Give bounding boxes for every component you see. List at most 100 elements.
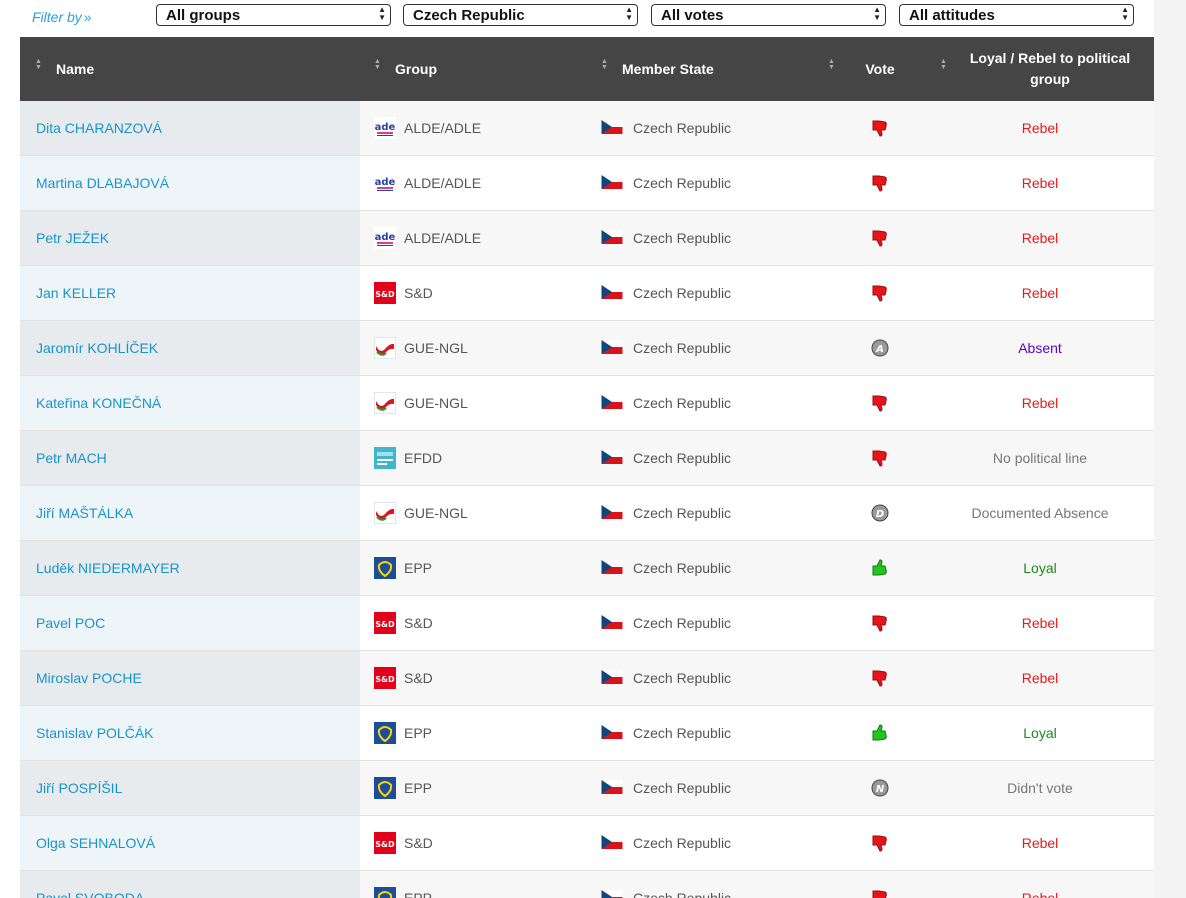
votes-filter-select[interactable]: All votes ▲ ▼ <box>651 4 886 26</box>
attitude-label: Rebel <box>1021 120 1059 136</box>
svg-text:ade: ade <box>375 232 396 243</box>
czech-flag-icon <box>601 615 625 631</box>
member-state-cell: Czech Republic <box>601 761 731 815</box>
mep-name-link[interactable]: Jiří MAŠTÁLKA <box>20 486 360 540</box>
column-header-name[interactable]: Name <box>56 37 94 101</box>
vote-cell <box>860 706 900 760</box>
vote-cell <box>860 816 900 870</box>
sort-icon[interactable]: ▲ ▼ <box>601 58 608 71</box>
filter-label-text: Filter by <box>32 9 82 25</box>
table-row: Dita CHARANZOVÁ ade ALDE/ADLE Czech Republi… <box>20 101 1154 156</box>
mep-name-link[interactable]: Kateřina KONEČNÁ <box>20 376 360 430</box>
mep-name-link[interactable]: Martina DLABAJOVÁ <box>20 156 360 210</box>
attitude-label: Rebel <box>1021 285 1059 301</box>
table-row: Jaromír KOHLÍČEK GUE-NGL Czech Republic A Ab… <box>20 321 1154 376</box>
group-cell: EFDD <box>374 431 442 485</box>
group-cell: S&D S&D <box>374 266 433 320</box>
column-header-group[interactable]: Group <box>395 37 437 101</box>
czech-flag-icon <box>601 120 625 136</box>
mep-name-link[interactable]: Petr MACH <box>20 431 360 485</box>
member-state-name: Czech Republic <box>633 285 732 301</box>
group-name: EPP <box>404 890 433 898</box>
czech-flag-icon <box>601 725 625 741</box>
attitude-label: Rebel <box>1021 230 1059 246</box>
sort-icon[interactable]: ▲ ▼ <box>374 58 381 71</box>
member-state-filter-value: Czech Republic <box>413 7 525 24</box>
mep-name-link[interactable]: Jan KELLER <box>20 266 360 320</box>
mep-name-link[interactable]: Olga SEHNALOVÁ <box>20 816 360 870</box>
attitude-cell: Rebel <box>940 211 1140 265</box>
alde-logo-icon: ade <box>374 172 396 194</box>
member-state-filter-select[interactable]: Czech Republic ▲ ▼ <box>403 4 638 26</box>
member-state-cell: Czech Republic <box>601 376 731 430</box>
member-state-cell: Czech Republic <box>601 651 731 705</box>
sd-logo-icon: S&D <box>374 667 396 689</box>
epp-logo-icon <box>374 887 396 898</box>
alde-logo-icon: ade <box>374 117 396 139</box>
group-cell: EPP <box>374 761 432 815</box>
group-filter-value: All groups <box>166 7 241 24</box>
vote-cell <box>860 871 900 898</box>
attitude-label: Rebel <box>1021 615 1059 631</box>
group-name: S&D <box>404 670 433 686</box>
filter-label[interactable]: Filter by» <box>32 9 92 25</box>
didnt-vote-n-icon: N <box>870 778 890 798</box>
efdd-logo-icon <box>374 447 396 469</box>
attitude-cell: Rebel <box>940 596 1140 650</box>
thumbs-down-icon <box>870 833 890 853</box>
member-state-name: Czech Republic <box>633 120 732 136</box>
table-row: Martina DLABAJOVÁ ade ALDE/ADLE Czech Repub… <box>20 156 1154 211</box>
member-state-name: Czech Republic <box>633 615 732 631</box>
member-state-cell: Czech Republic <box>601 596 731 650</box>
czech-flag-icon <box>601 560 625 576</box>
table-row: Olga SEHNALOVÁ S&D S&D Czech Republic Rebel <box>20 816 1154 871</box>
mep-name-link[interactable]: Miroslav POCHE <box>20 651 360 705</box>
thumbs-down-icon <box>870 613 890 633</box>
sort-icon[interactable]: ▲ ▼ <box>940 58 947 71</box>
thumbs-down-icon <box>870 118 890 138</box>
attitude-cell: Loyal <box>940 706 1140 760</box>
mep-name-link[interactable]: Jaromír KOHLÍČEK <box>20 321 360 375</box>
mep-name-link[interactable]: Dita CHARANZOVÁ <box>20 101 360 155</box>
svg-text:A: A <box>875 344 884 355</box>
svg-text:S&D: S&D <box>375 675 395 684</box>
mep-name-link[interactable]: Pavel POC <box>20 596 360 650</box>
vote-cell: N <box>860 761 900 815</box>
group-cell: S&D S&D <box>374 596 433 650</box>
mep-name-link[interactable]: Petr JEŽEK <box>20 211 360 265</box>
mep-name-link[interactable]: Stanislav POLČÁK <box>20 706 360 760</box>
column-header-member-state[interactable]: Member State <box>622 37 714 101</box>
member-state-cell: Czech Republic <box>601 321 731 375</box>
thumbs-down-icon <box>870 283 890 303</box>
attitude-label: Documented Absence <box>971 505 1109 521</box>
thumbs-down-icon <box>870 393 890 413</box>
vote-cell <box>860 431 900 485</box>
attitudes-filter-select[interactable]: All attitudes ▲ ▼ <box>899 4 1134 26</box>
gue-ngl-logo-icon <box>373 391 397 415</box>
czech-flag-icon <box>601 670 625 686</box>
group-name: S&D <box>404 285 433 301</box>
table-row: Miroslav POCHE S&D S&D Czech Republic Rebel <box>20 651 1154 706</box>
group-name: GUE-NGL <box>404 395 468 411</box>
mep-name-link[interactable]: Jiří POSPÍŠIL <box>20 761 360 815</box>
sd-logo-icon: S&D <box>374 612 396 634</box>
table-row: Kateřina KONEČNÁ GUE-NGL Czech Republic Reb… <box>20 376 1154 431</box>
absent-a-icon: A <box>870 338 890 358</box>
group-cell: ade ALDE/ADLE <box>374 211 481 265</box>
mep-name-link[interactable]: Pavel SVOBODA <box>20 871 360 898</box>
member-state-cell: Czech Republic <box>601 266 731 320</box>
sort-icon[interactable]: ▲ ▼ <box>35 58 42 71</box>
group-filter-select[interactable]: All groups ▲ ▼ <box>156 4 391 26</box>
member-state-name: Czech Republic <box>633 505 732 521</box>
column-header-attitude[interactable]: Loyal / Rebel to political group <box>960 37 1140 101</box>
group-name: S&D <box>404 615 433 631</box>
mep-name-link[interactable]: Luděk NIEDERMAYER <box>20 541 360 595</box>
group-cell: ade ALDE/ADLE <box>374 156 481 210</box>
member-state-cell: Czech Republic <box>601 211 731 265</box>
column-header-vote[interactable]: Vote <box>860 37 900 101</box>
attitude-cell: Rebel <box>940 156 1140 210</box>
czech-flag-icon <box>601 505 625 521</box>
sort-icon[interactable]: ▲ ▼ <box>828 58 835 71</box>
member-state-name: Czech Republic <box>633 890 732 898</box>
double-chevron-right-icon: » <box>83 9 92 25</box>
